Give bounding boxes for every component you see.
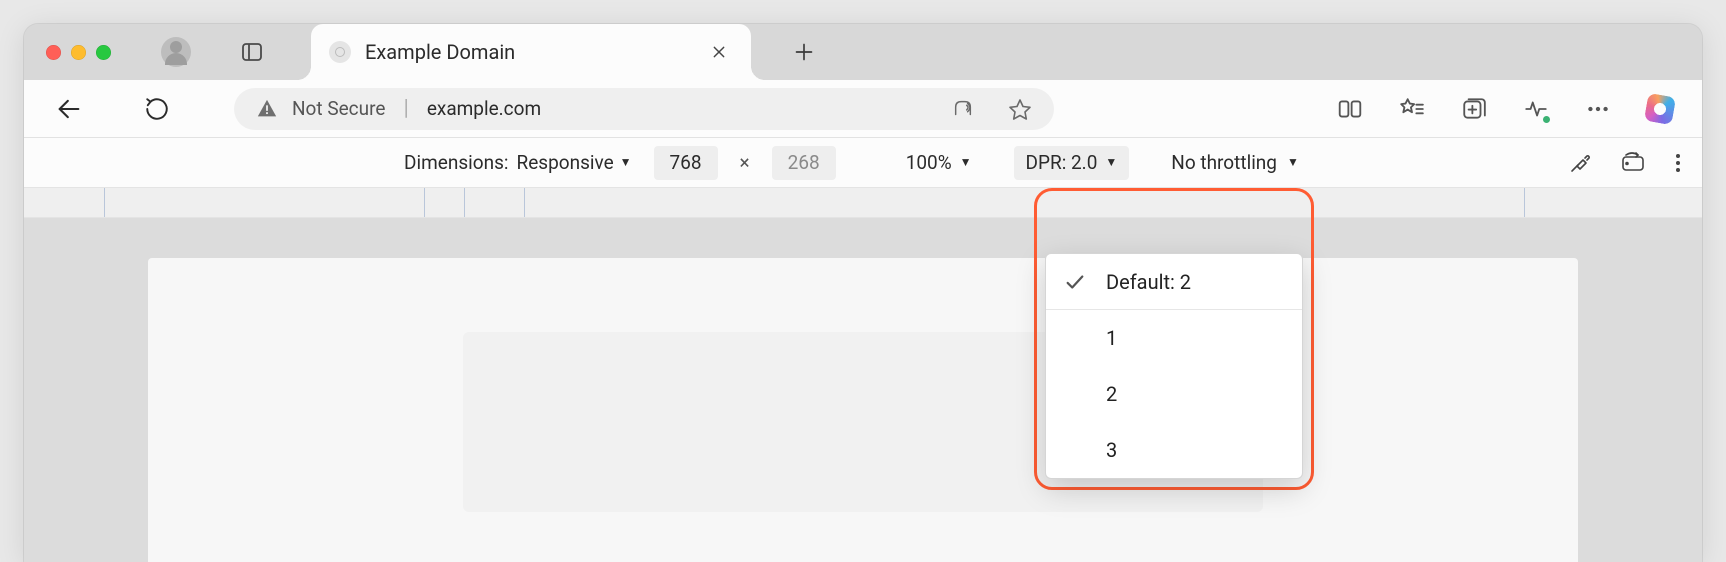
page-surface: [148, 258, 1578, 562]
profile-avatar[interactable]: [161, 37, 191, 67]
reload-button[interactable]: [140, 92, 174, 126]
security-warning-icon: [256, 98, 278, 120]
viewport: [24, 218, 1702, 562]
window-controls: [46, 45, 111, 60]
tab-overview-icon[interactable]: [233, 33, 271, 71]
dpr-highlight-box: Default: 2 1 2 3: [1034, 188, 1314, 490]
dpr-option-3[interactable]: 3: [1046, 422, 1302, 478]
tab-title: Example Domain: [365, 40, 691, 64]
performance-icon[interactable]: [1522, 95, 1550, 123]
dpr-option-1[interactable]: 1: [1046, 310, 1302, 366]
titlebar: Example Domain: [24, 24, 1702, 80]
back-button[interactable]: [52, 92, 86, 126]
zoom-dropdown[interactable]: 100% ▼: [906, 151, 972, 174]
chevron-down-icon: ▼: [620, 155, 632, 169]
omnibox-separator: |: [403, 96, 408, 121]
dpr-option-default[interactable]: Default: 2: [1046, 254, 1302, 310]
toolbar-actions: [1336, 95, 1674, 123]
split-screen-icon[interactable]: [1336, 95, 1364, 123]
device-toolbar: Dimensions: Responsive ▼ 768 × 268 100% …: [24, 138, 1702, 188]
dpr-option-label: 2: [1106, 382, 1117, 406]
chevron-down-icon: ▼: [1287, 155, 1299, 169]
maximize-window-button[interactable]: [96, 45, 111, 60]
more-menu-button[interactable]: [1584, 95, 1612, 123]
address-bar[interactable]: Not Secure | example.com: [234, 88, 1054, 130]
device-toolbar-more-icon[interactable]: [1674, 151, 1682, 175]
chevron-down-icon: ▼: [960, 155, 972, 169]
security-label: Not Secure: [292, 97, 385, 120]
dimensions-x: ×: [740, 151, 750, 174]
collections-icon[interactable]: [1460, 95, 1488, 123]
dpr-option-label: 3: [1106, 438, 1117, 462]
tab-favicon: [329, 41, 351, 63]
rotate-device-icon[interactable]: [1620, 151, 1646, 175]
dpr-option-label: Default: 2: [1106, 270, 1191, 294]
toolbar: Not Secure | example.com: [24, 80, 1702, 138]
url-text: example.com: [427, 97, 541, 120]
read-aloud-icon[interactable]: [952, 98, 974, 120]
dpr-menu: Default: 2 1 2 3: [1045, 253, 1303, 479]
browser-window: Example Domain Not Secure |: [24, 24, 1702, 562]
minimize-window-button[interactable]: [71, 45, 86, 60]
chevron-down-icon: ▼: [1105, 155, 1117, 169]
browser-tab[interactable]: Example Domain: [311, 24, 751, 80]
throttling-dropdown[interactable]: No throttling ▼: [1171, 151, 1299, 174]
ruler[interactable]: [24, 188, 1702, 218]
close-window-button[interactable]: [46, 45, 61, 60]
dimensions-mode-dropdown[interactable]: Responsive ▼: [516, 151, 631, 174]
width-input[interactable]: 768: [654, 146, 718, 180]
dimensions-label: Dimensions:: [404, 151, 508, 174]
tab-close-button[interactable]: [705, 40, 733, 64]
favorites-list-icon[interactable]: [1398, 95, 1426, 123]
dpr-option-2[interactable]: 2: [1046, 366, 1302, 422]
new-tab-button[interactable]: [785, 33, 823, 71]
dpr-option-label: 1: [1106, 326, 1117, 350]
height-input[interactable]: 268: [772, 146, 836, 180]
dpr-dropdown[interactable]: DPR: 2.0 ▼: [1014, 146, 1130, 180]
eyedropper-icon[interactable]: [1568, 151, 1592, 175]
favorite-star-icon[interactable]: [1008, 97, 1032, 121]
copilot-icon[interactable]: [1644, 92, 1676, 124]
check-icon: [1064, 271, 1086, 293]
